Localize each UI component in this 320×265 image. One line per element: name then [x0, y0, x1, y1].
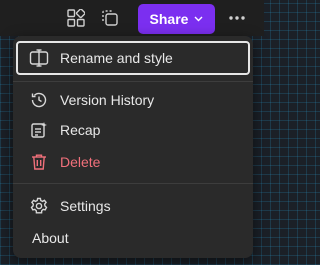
rename-icon [28, 47, 50, 69]
recap-icon [28, 119, 50, 141]
copy-icon[interactable] [98, 6, 122, 30]
menu-divider [13, 81, 253, 82]
menu-item-settings[interactable]: Settings [16, 189, 250, 223]
menu-item-rename-and-style[interactable]: Rename and style [16, 41, 250, 75]
menu-item-label: Recap [60, 122, 101, 138]
menu-item-delete[interactable]: Delete [16, 145, 250, 179]
share-label: Share [149, 11, 189, 27]
chevron-down-icon [194, 16, 203, 22]
trash-icon [28, 151, 50, 173]
gear-icon [28, 195, 50, 217]
history-icon [28, 89, 50, 111]
apps-icon[interactable] [64, 6, 88, 30]
menu-item-recap[interactable]: Recap [16, 113, 250, 147]
menu-item-about[interactable]: About [16, 221, 250, 255]
more-options-menu: Rename and style Version History Recap D… [13, 36, 253, 258]
menu-divider [13, 183, 253, 184]
menu-item-label: About [32, 230, 69, 246]
share-button[interactable]: Share [138, 4, 215, 34]
menu-item-label: Version History [60, 92, 155, 108]
more-options-icon[interactable] [225, 6, 249, 30]
menu-item-label: Rename and style [60, 50, 173, 66]
menu-item-label: Delete [60, 154, 101, 170]
menu-item-version-history[interactable]: Version History [16, 83, 250, 117]
menu-item-label: Settings [60, 198, 111, 214]
toolbar: Share [0, 0, 264, 36]
